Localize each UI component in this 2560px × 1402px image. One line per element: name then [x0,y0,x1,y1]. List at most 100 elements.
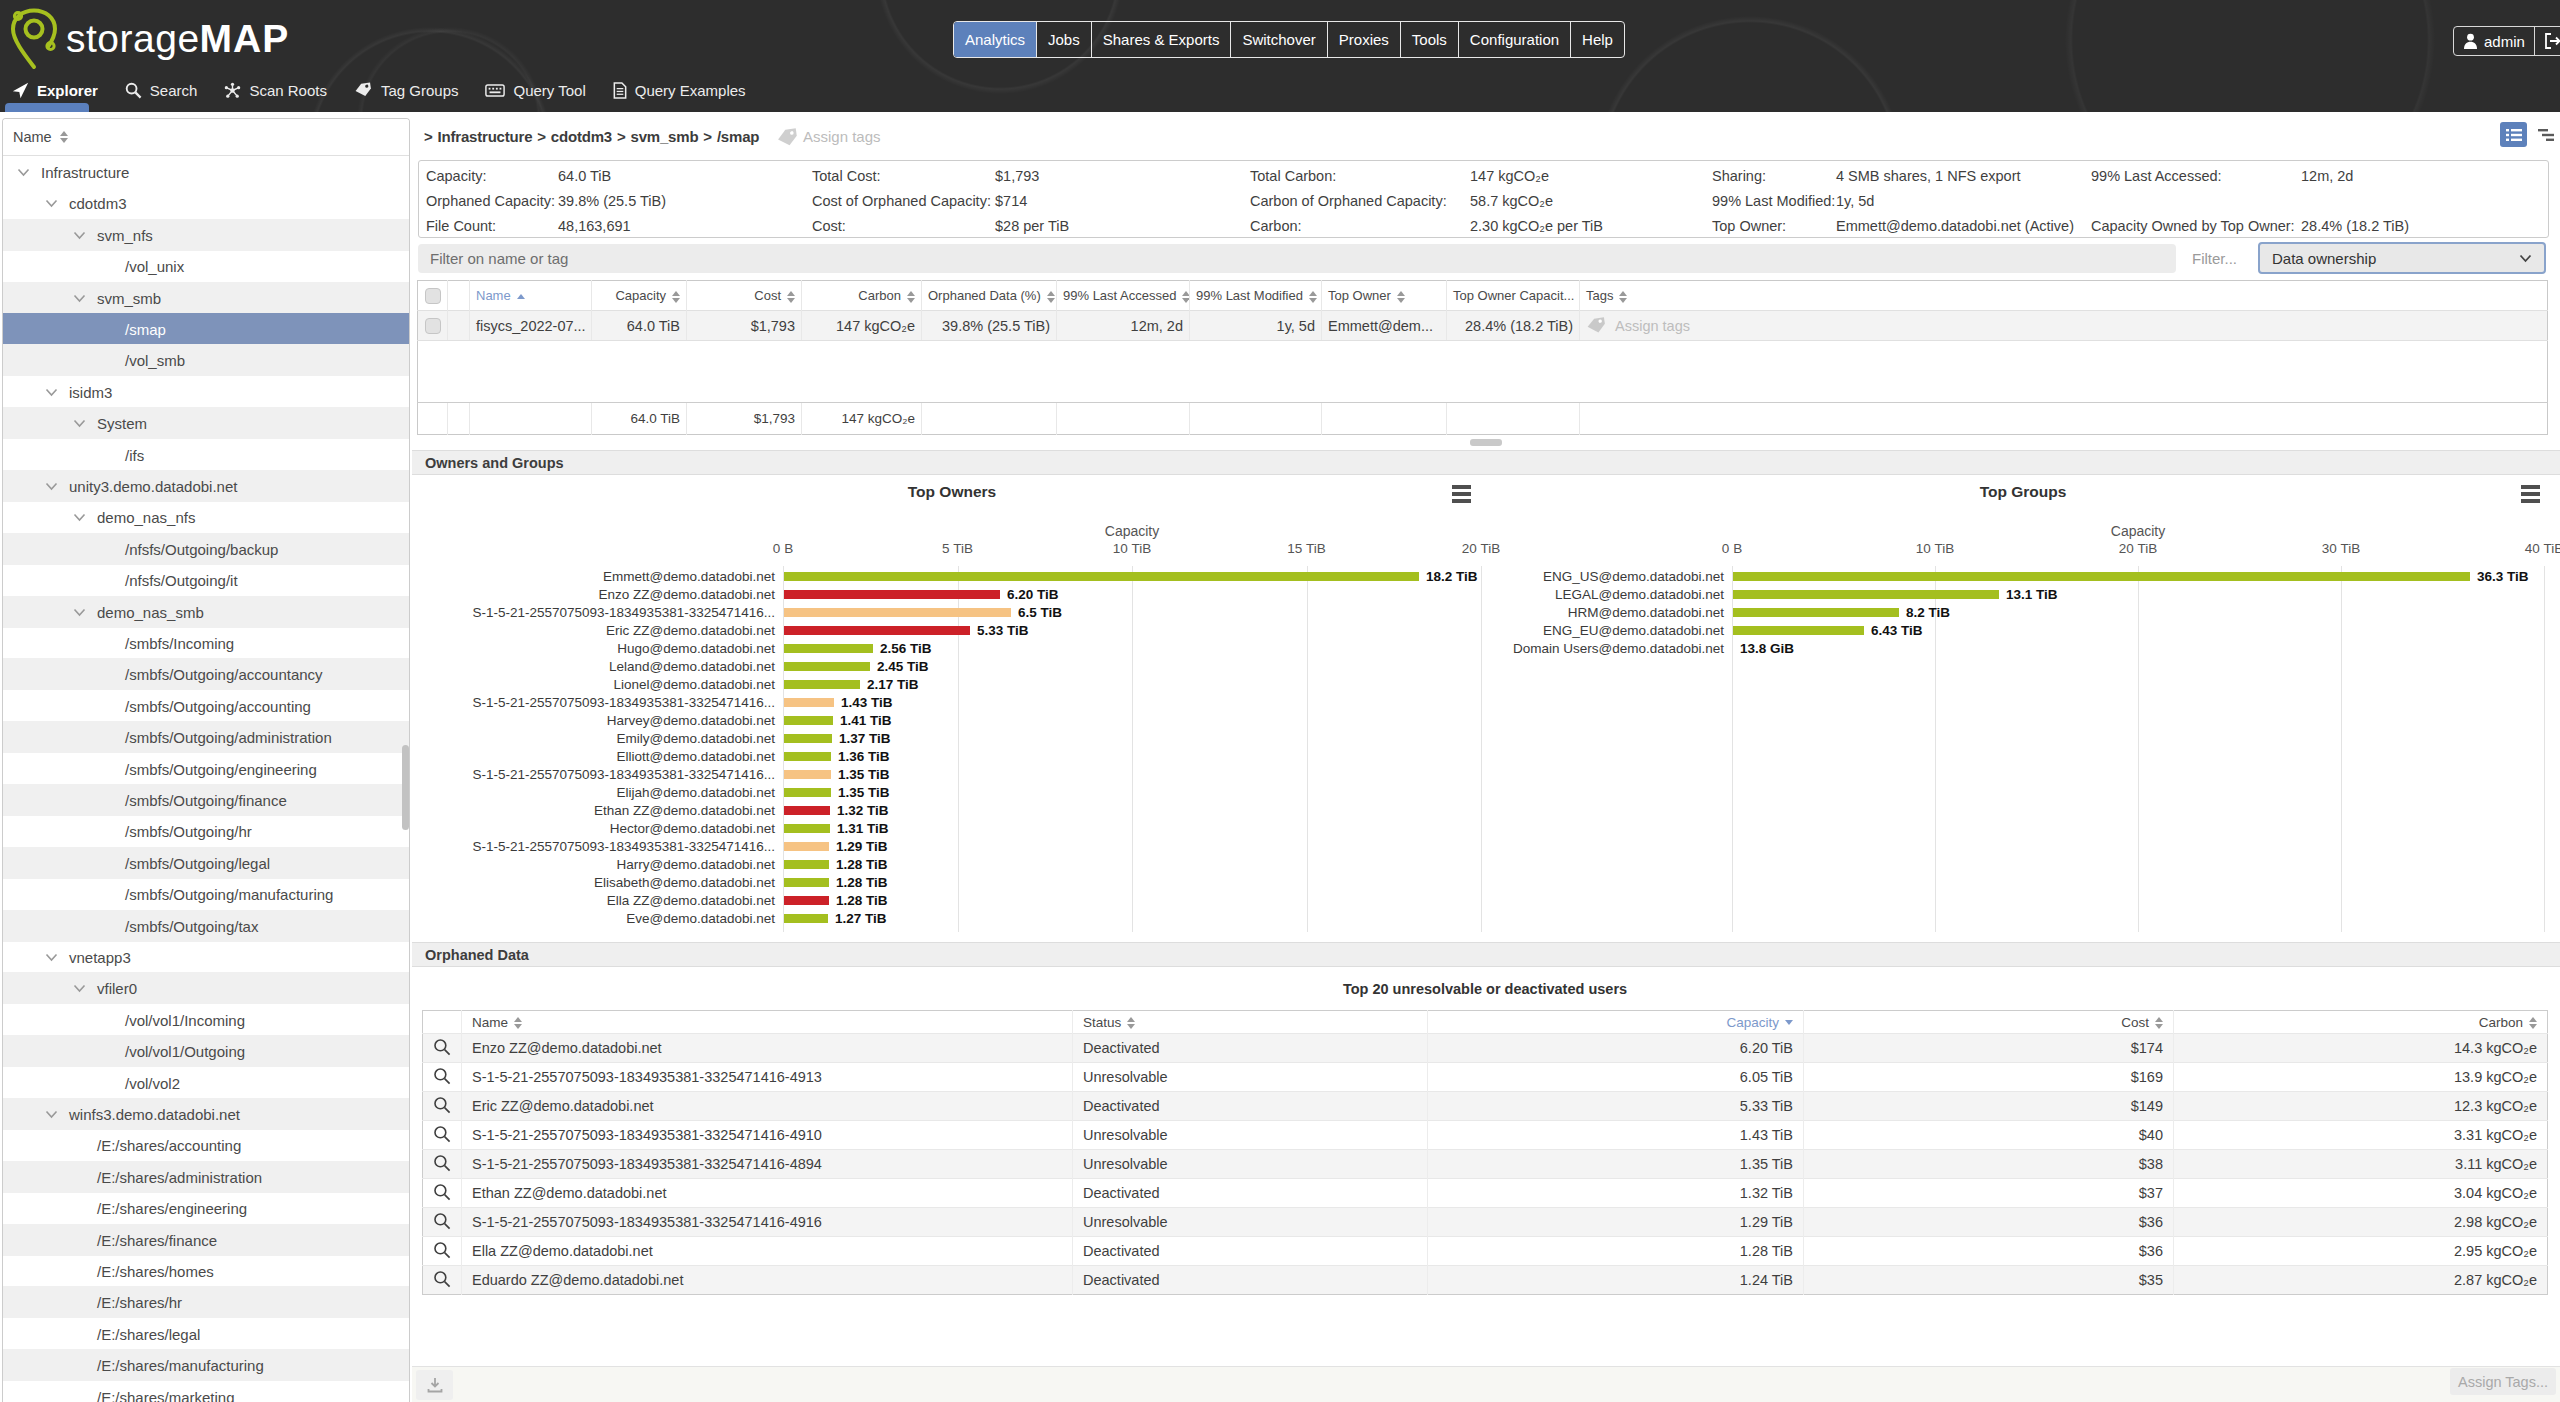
tree-item-e-shares-finance[interactable]: /E:/shares/finance [3,1224,409,1256]
cell-tags[interactable]: Assign tags [1580,311,2548,341]
chart-menu-icon[interactable] [2521,485,2540,503]
chevron-down-icon[interactable] [17,168,30,177]
tree-item-nfsfs-outgoing-it[interactable]: /nfsfs/Outgoing/it [3,564,409,596]
row-search-cell[interactable] [423,1150,462,1179]
chevron-down-icon[interactable] [73,608,86,617]
tree-view-button[interactable] [2532,122,2559,147]
chevron-down-icon[interactable] [73,513,86,522]
chart-menu-icon[interactable] [1452,485,1471,503]
splitter-handle[interactable] [1470,439,1502,446]
tree-item-smap[interactable]: /smap [3,313,409,345]
nav-tab-shares-exports[interactable]: Shares & Exports [1092,22,1232,57]
tree-item-system[interactable]: System [3,407,409,439]
tree-item-smbfs-incoming[interactable]: /smbfs/Incoming [3,627,409,659]
tree-item-demo-nas-smb[interactable]: demo_nas_smb [3,596,409,628]
tree-header[interactable]: Name [3,119,409,156]
tree-item-svm-nfs[interactable]: svm_nfs [3,219,409,251]
nav-tab-analytics[interactable]: Analytics [954,22,1037,57]
tree-item-e-shares-legal[interactable]: /E:/shares/legal [3,1318,409,1350]
assign-tags-button[interactable]: Assign Tags... [2450,1368,2556,1395]
tree-item-smbfs-outgoing-manufacturing[interactable]: /smbfs/Outgoing/manufacturing [3,878,409,910]
toolbar-item-query-tool[interactable]: Query Tool [485,82,585,99]
table-row[interactable]: fisycs_2022-07...64.0 TiB$1,793147 kgCO₂… [418,311,2548,341]
chevron-down-icon[interactable] [45,199,58,208]
column-header-name[interactable]: Name [470,281,592,311]
checkbox[interactable] [425,318,441,334]
column-header-top-owner[interactable]: Top Owner [1322,281,1447,311]
assign-tags-cell[interactable]: Assign tags [1586,317,2541,334]
row-search-cell[interactable] [423,1237,462,1266]
tree-item-isidm3[interactable]: isidm3 [3,376,409,408]
chevron-down-icon[interactable] [45,482,58,491]
breadcrumb-segment[interactable]: cdotdm3 [551,128,612,145]
toolbar-item-explorer[interactable]: Explorer [12,82,98,99]
column-header-orphaned-data-[interactable]: Orphaned Data (%) [922,281,1057,311]
nav-tab-help[interactable]: Help [1571,22,1624,57]
breadcrumb[interactable]: >Infrastructure>cdotdm3>svm_smb>/smap [419,128,759,145]
tree-item-vfiler0[interactable]: vfiler0 [3,972,409,1004]
column-header-cost[interactable]: Cost [687,281,802,311]
nav-tab-proxies[interactable]: Proxies [1328,22,1401,57]
breadcrumb-segment[interactable]: svm_smb [631,128,699,145]
tree-item-winfs3-demo-datadobi-net[interactable]: winfs3.demo.datadobi.net [3,1098,409,1130]
chevron-down-icon[interactable] [73,984,86,993]
column-header-carbon[interactable]: Carbon [2174,1011,2548,1034]
row-search-cell[interactable] [423,1179,462,1208]
tree-item-infrastructure[interactable]: Infrastructure [3,156,409,188]
nav-tab-configuration[interactable]: Configuration [1459,22,1571,57]
column-header-capacity[interactable]: Capacity [1428,1011,1804,1034]
column-header-name[interactable]: Name [462,1011,1073,1034]
tree-item-e-shares-administration[interactable]: /E:/shares/administration [3,1161,409,1193]
tree-item-ifs[interactable]: /ifs [3,439,409,471]
column-header-cost[interactable]: Cost [1804,1011,2174,1034]
checkbox[interactable] [425,288,441,304]
column-header-99-last-accessed[interactable]: 99% Last Accessed [1057,281,1190,311]
nav-tab-jobs[interactable]: Jobs [1037,22,1092,57]
tree-item-e-shares-accounting[interactable]: /E:/shares/accounting [3,1129,409,1161]
chevron-down-icon[interactable] [73,294,86,303]
tree-item-vnetapp3[interactable]: vnetapp3 [3,941,409,973]
column-header-carbon[interactable]: Carbon [802,281,922,311]
tree-item-e-shares-homes[interactable]: /E:/shares/homes [3,1255,409,1287]
tree-item-vol-smb[interactable]: /vol_smb [3,344,409,376]
breadcrumb-segment[interactable]: /smap [717,128,759,145]
tree-item-cdotdm3[interactable]: cdotdm3 [3,187,409,219]
tree-item-smbfs-outgoing-hr[interactable]: /smbfs/Outgoing/hr [3,815,409,847]
column-header-99-last-modified[interactable]: 99% Last Modified [1190,281,1322,311]
tree-item-vol-vol2[interactable]: /vol/vol2 [3,1067,409,1099]
row-search-cell[interactable] [423,1208,462,1237]
tree-item-smbfs-outgoing-accountancy[interactable]: /smbfs/Outgoing/accountancy [3,658,409,690]
breadcrumb-segment[interactable]: Infrastructure [438,128,533,145]
toolbar-item-search[interactable]: Search [125,82,198,99]
row-search-cell[interactable] [423,1266,462,1295]
chevron-down-icon[interactable] [45,388,58,397]
column-header-capacity[interactable]: Capacity [592,281,687,311]
user-button[interactable]: admin [2454,27,2534,55]
toolbar-item-scan-roots[interactable]: Scan Roots [224,82,327,99]
tree-item-e-shares-marketing[interactable]: /E:/shares/marketing [3,1381,409,1402]
filter-label[interactable]: Filter... [2192,250,2237,267]
tree-item-vol-vol1-incoming[interactable]: /vol/vol1/Incoming [3,1004,409,1036]
tree-item-smbfs-outgoing-finance[interactable]: /smbfs/Outgoing/finance [3,784,409,816]
toolbar-item-query-examples[interactable]: Query Examples [613,82,746,99]
row-search-cell[interactable] [423,1034,462,1063]
data-ownership-dropdown[interactable]: Data ownership [2258,242,2546,274]
row-search-cell[interactable] [423,1063,462,1092]
column-header-top-owner-capacit-[interactable]: Top Owner Capacit... [1447,281,1580,311]
tree-item-demo-nas-nfs[interactable]: demo_nas_nfs [3,501,409,533]
nav-tab-tools[interactable]: Tools [1401,22,1459,57]
tree-item-svm-smb[interactable]: svm_smb [3,282,409,314]
tree-item-e-shares-engineering[interactable]: /E:/shares/engineering [3,1192,409,1224]
tree-item-smbfs-outgoing-engineering[interactable]: /smbfs/Outgoing/engineering [3,753,409,785]
download-button[interactable] [416,1370,453,1400]
list-view-button[interactable] [2500,122,2527,147]
chevron-down-icon[interactable] [73,419,86,428]
tree-item-smbfs-outgoing-administration[interactable]: /smbfs/Outgoing/administration [3,721,409,753]
tree-item-unity3-demo-datadobi-net[interactable]: unity3.demo.datadobi.net [3,470,409,502]
toolbar-item-tag-groups[interactable]: Tag Groups [354,82,459,99]
filter-input[interactable] [418,244,2176,273]
row-search-cell[interactable] [423,1121,462,1150]
tree-item-vol-vol1-outgoing[interactable]: /vol/vol1/Outgoing [3,1035,409,1067]
tree-item-smbfs-outgoing-legal[interactable]: /smbfs/Outgoing/legal [3,847,409,879]
column-header-status[interactable]: Status [1073,1011,1428,1034]
